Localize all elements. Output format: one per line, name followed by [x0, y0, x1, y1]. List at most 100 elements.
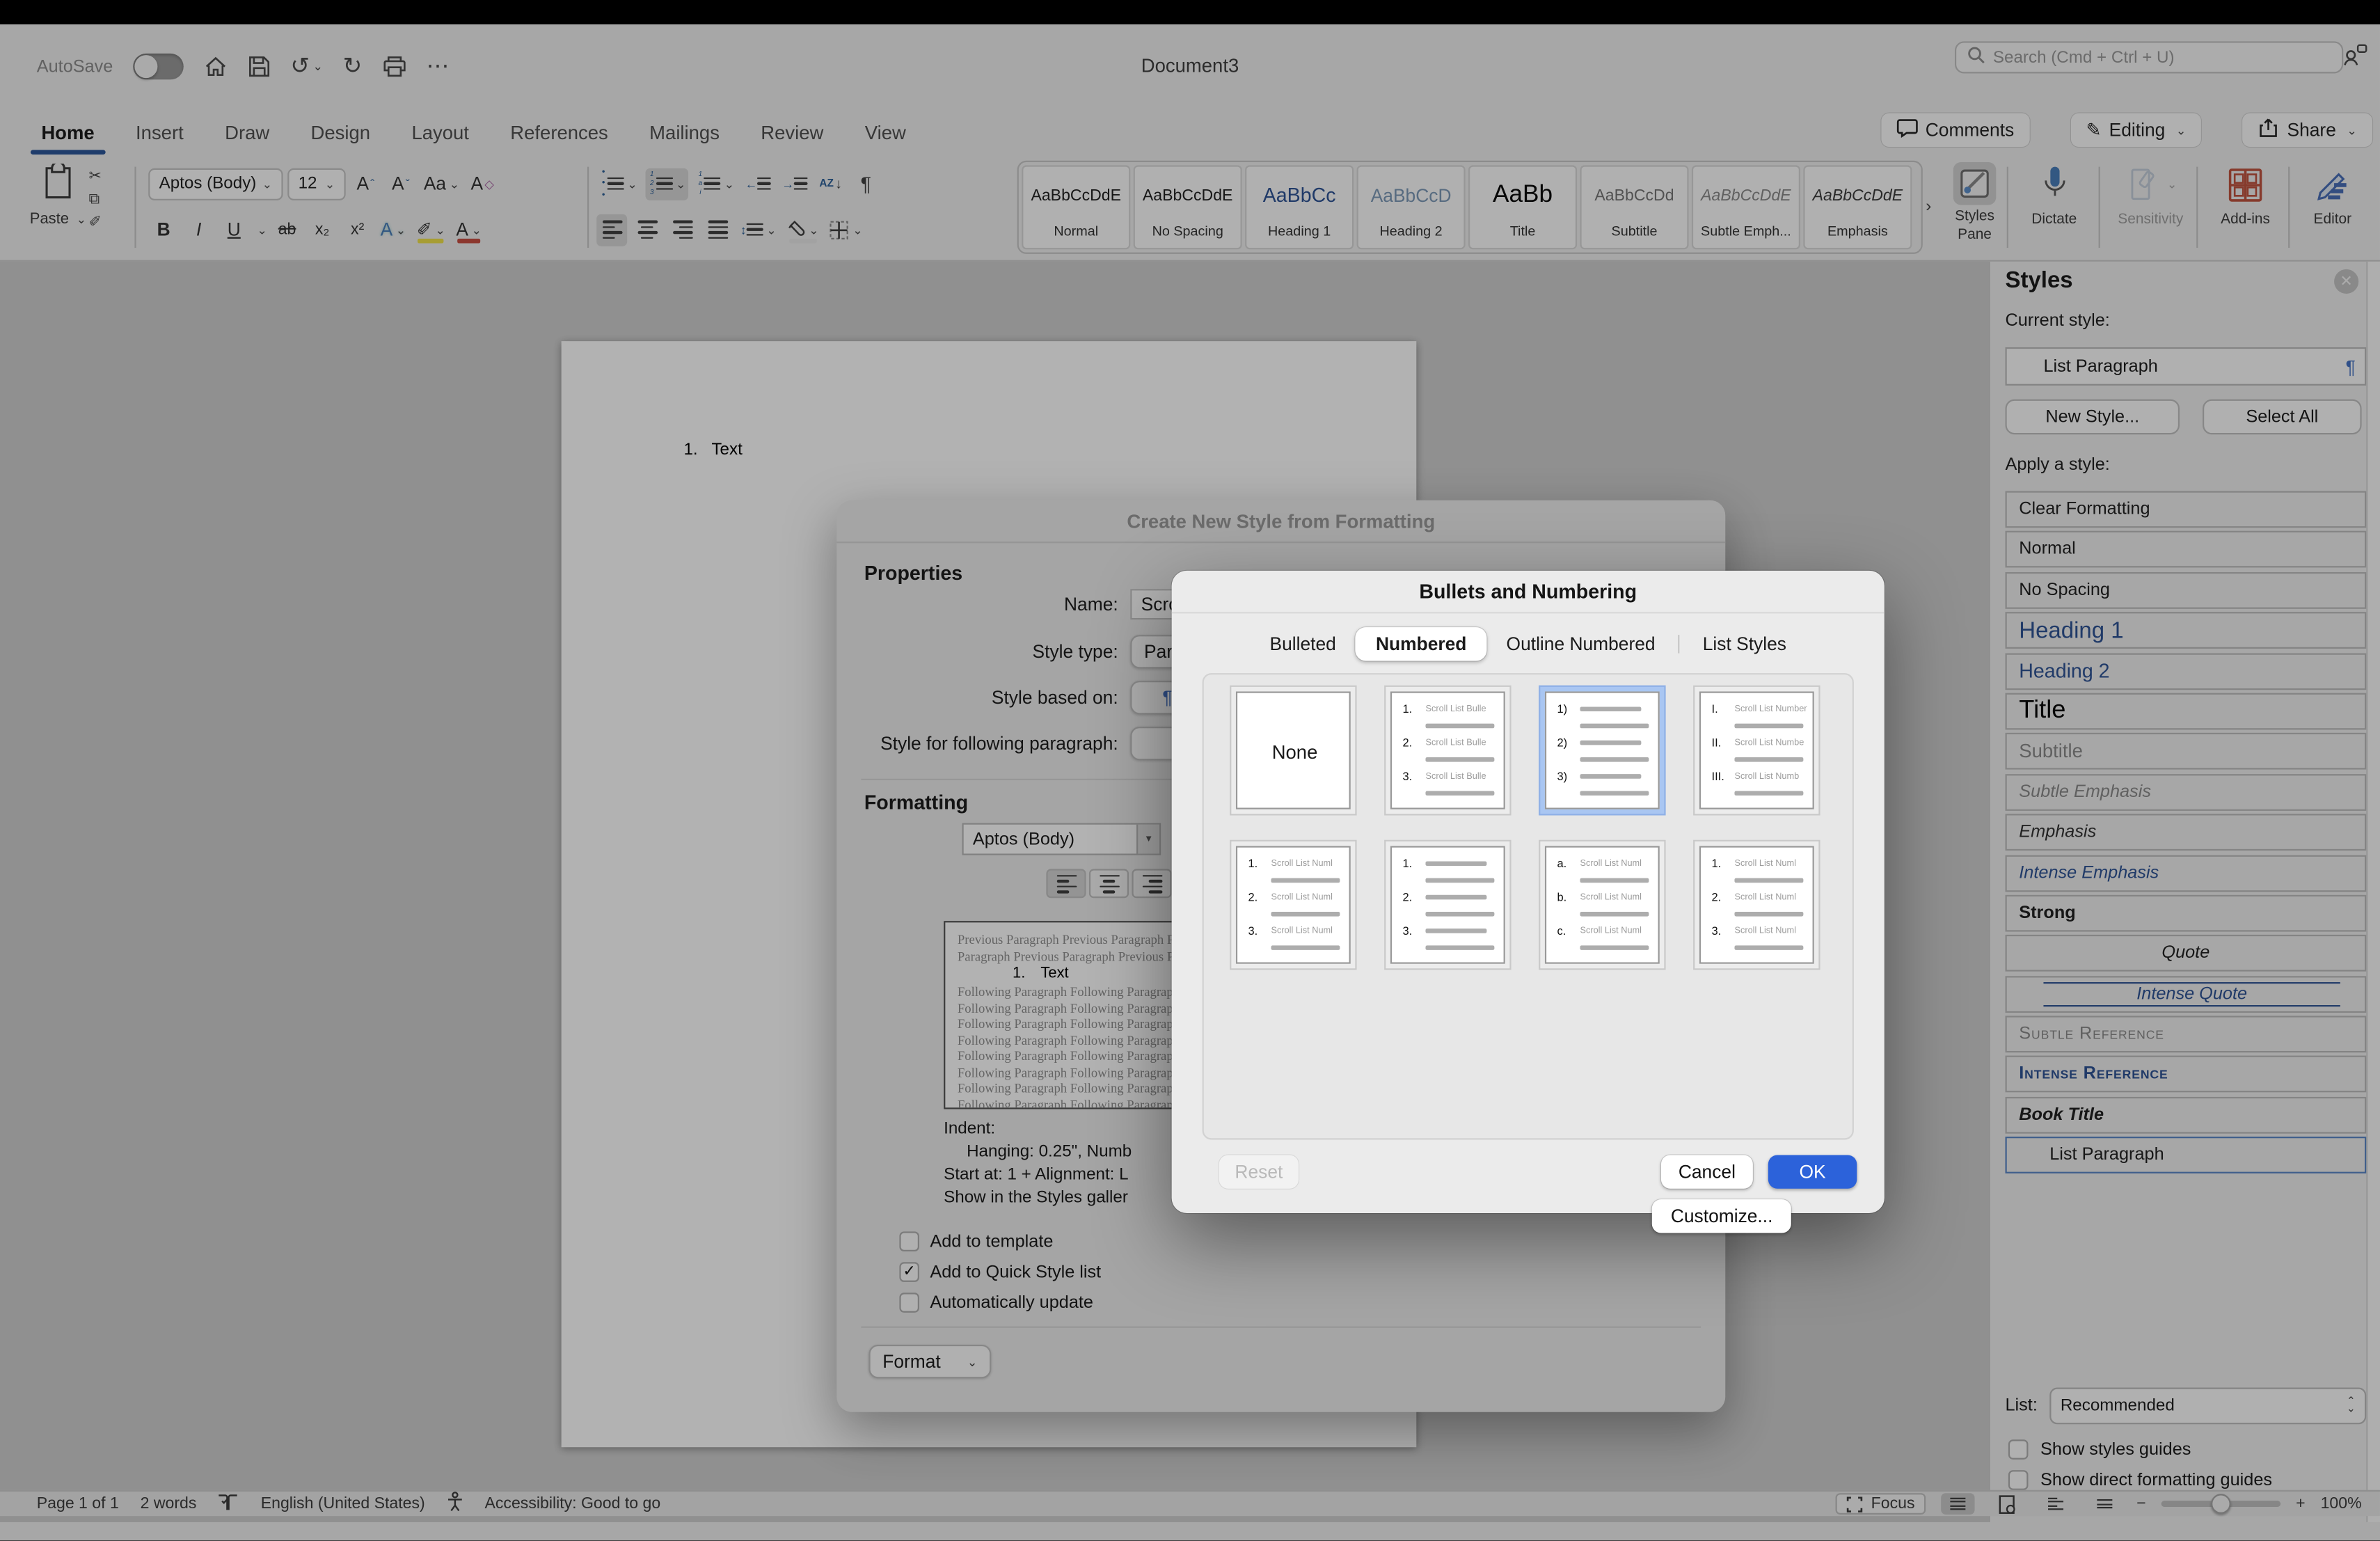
placeholder-line: [1734, 790, 1803, 795]
list-preview-group: 2): [1557, 736, 1651, 761]
tab-separator: [1679, 635, 1680, 653]
list-preview-group: a.Scroll List Numl: [1557, 857, 1651, 882]
list-marker: I.: [1711, 702, 1729, 716]
list-marker: c.: [1557, 924, 1576, 938]
list-marker: 1.: [1403, 857, 1421, 871]
cancel-button[interactable]: Cancel: [1661, 1155, 1753, 1188]
numbering-option-tile: None: [1236, 691, 1351, 809]
tab-numbered[interactable]: Numbered: [1356, 627, 1486, 661]
placeholder-line: [1425, 723, 1494, 728]
list-sample-text: Scroll List Numb: [1734, 772, 1799, 781]
list-preview-group: 1. Scroll List Numl: [1248, 857, 1342, 882]
list-preview-row: 1. Scroll List Numl: [1711, 857, 1804, 871]
tab-list-styles[interactable]: List Styles: [1683, 627, 1806, 661]
list-sample-text: Scroll List Numl: [1271, 926, 1333, 935]
placeholder-line: [1425, 895, 1486, 900]
list-preview-row: I.Scroll List Number: [1711, 702, 1804, 716]
list-marker: 3.: [1711, 924, 1729, 938]
list-sample-text: Scroll List Numl: [1580, 926, 1642, 935]
placeholder-line: [1580, 723, 1649, 728]
customize-button[interactable]: Customize...: [1652, 1199, 1791, 1233]
placeholder-line: [1580, 945, 1649, 949]
list-preview-row: 1.Scroll List Bulle: [1403, 702, 1496, 716]
placeholder-line: [1580, 790, 1649, 795]
list-marker: 2.: [1711, 890, 1729, 904]
list-marker: 1.: [1248, 857, 1267, 871]
placeholder-line: [1425, 911, 1494, 916]
list-preview-group: 1.Scroll List Bulle: [1403, 702, 1496, 727]
list-preview-row: 2.Scroll List Numl: [1248, 890, 1342, 904]
list-sample-text: Scroll List Numl: [1271, 859, 1333, 868]
list-preview-row: 3): [1557, 770, 1651, 784]
numbering-gallery-panel: None1.Scroll List Bulle2.Scroll List Bul…: [1203, 673, 1854, 1139]
list-sample-text: Scroll List Bulle: [1425, 738, 1486, 748]
list-preview-group: 2. Scroll List Numl: [1711, 890, 1804, 915]
list-preview-row: 1. Scroll List Numl: [1248, 857, 1342, 871]
list-marker: II.: [1711, 736, 1729, 750]
list-preview-row: 3. Scroll List Bulle: [1403, 770, 1496, 784]
placeholder-line: [1271, 878, 1340, 883]
list-preview-group: 3. Scroll List Numl: [1248, 924, 1342, 949]
placeholder-line: [1425, 757, 1494, 761]
word-application-window: AutoSave ↺⌄ ↻ ⋯ Document3 Search (Cmd + …: [0, 0, 2380, 1541]
tab-bulleted[interactable]: Bulleted: [1250, 627, 1356, 661]
placeholder-line: [1734, 878, 1803, 883]
list-preview-group: 2.Scroll List Numl: [1248, 890, 1342, 915]
list-preview-row: 1.: [1403, 857, 1496, 871]
numbering-tabs: BulletedNumberedOutline NumberedList Sty…: [1172, 626, 1885, 663]
tab-outline-numbered[interactable]: Outline Numbered: [1486, 627, 1675, 661]
numbering-option-3[interactable]: I.Scroll List Number II. Scroll List Numbe…: [1693, 686, 1820, 816]
numbering-option-1[interactable]: 1.Scroll List Bulle2.Scroll List Bulle3.…: [1384, 686, 1511, 816]
list-preview-group: c. Scroll List Numl: [1557, 924, 1651, 949]
list-sample-text: Scroll List Numbe: [1734, 738, 1804, 748]
list-marker: a.: [1557, 857, 1576, 871]
list-preview-group: 2.: [1403, 890, 1496, 915]
numbering-option-tile: a.Scroll List Numl b.Scroll List Numl c. Sc…: [1545, 846, 1660, 963]
list-preview-group: 3.Scroll List Numl: [1711, 924, 1804, 949]
list-preview-row: 2.: [1403, 890, 1496, 904]
list-preview-group: 1. Scroll List Numl: [1711, 857, 1804, 882]
reset-button: Reset: [1219, 1155, 1299, 1188]
list-preview-group: II. Scroll List Numbe: [1711, 736, 1804, 761]
placeholder-line: [1425, 945, 1494, 949]
list-marker: 3.: [1403, 770, 1421, 784]
list-preview-row: 3.: [1403, 924, 1496, 938]
list-preview-row: 2. Scroll List Bulle: [1403, 736, 1496, 750]
placeholder-line: [1580, 757, 1649, 761]
list-marker: III.: [1711, 770, 1729, 784]
dialog-title: Bullets and Numbering: [1172, 571, 1885, 614]
list-preview-row: III. Scroll List Numb: [1711, 770, 1804, 784]
list-preview-row: 2. Scroll List Numl: [1711, 890, 1804, 904]
list-sample-text: Scroll List Numl: [1734, 859, 1796, 868]
list-preview-group: b.Scroll List Numl: [1557, 890, 1651, 915]
placeholder-line: [1271, 911, 1340, 916]
placeholder-line: [1271, 945, 1340, 949]
numbering-option-tile: 1. 2. 3.: [1390, 846, 1505, 963]
numbering-option-7[interactable]: 1. Scroll List Numl 2. Scroll List Numl 3.Sc…: [1693, 840, 1820, 970]
numbering-option-6[interactable]: a.Scroll List Numl b.Scroll List Numl c. Sc…: [1539, 840, 1665, 970]
list-sample-text: Scroll List Bulle: [1425, 772, 1486, 781]
numbering-option-tile: 1.Scroll List Bulle2.Scroll List Bulle3.…: [1390, 691, 1505, 809]
list-preview-group: 1): [1557, 702, 1651, 727]
list-marker: 3.: [1403, 924, 1421, 938]
list-marker: 1.: [1403, 702, 1421, 716]
list-marker: 1.: [1711, 857, 1729, 871]
ok-button[interactable]: OK: [1768, 1155, 1857, 1188]
placeholder-line: [1580, 741, 1641, 745]
list-preview-row: 3. Scroll List Numl: [1248, 924, 1342, 938]
list-preview-row: b.Scroll List Numl: [1557, 890, 1651, 904]
list-marker: 2.: [1403, 736, 1421, 750]
placeholder-line: [1580, 706, 1641, 711]
list-marker: 3): [1557, 770, 1576, 784]
numbering-option-tile: 1. Scroll List Numl 2.Scroll List Numl 3. Sc…: [1236, 846, 1351, 963]
numbering-option-2[interactable]: 1) 2) 3): [1539, 686, 1665, 816]
list-marker: 3.: [1248, 924, 1267, 938]
numbering-option-4[interactable]: 1. Scroll List Numl 2.Scroll List Numl 3. Sc…: [1230, 840, 1356, 970]
list-sample-text: Scroll List Numl: [1734, 892, 1796, 901]
placeholder-line: [1734, 911, 1803, 916]
bullets-numbering-dialog: Bullets and Numbering BulletedNumberedOu…: [1172, 571, 1885, 1213]
numbering-gallery: None1.Scroll List Bulle2.Scroll List Bul…: [1230, 686, 1820, 970]
numbering-option-none[interactable]: None: [1230, 686, 1356, 816]
list-marker: 2): [1557, 736, 1576, 750]
numbering-option-5[interactable]: 1. 2. 3.: [1384, 840, 1511, 970]
